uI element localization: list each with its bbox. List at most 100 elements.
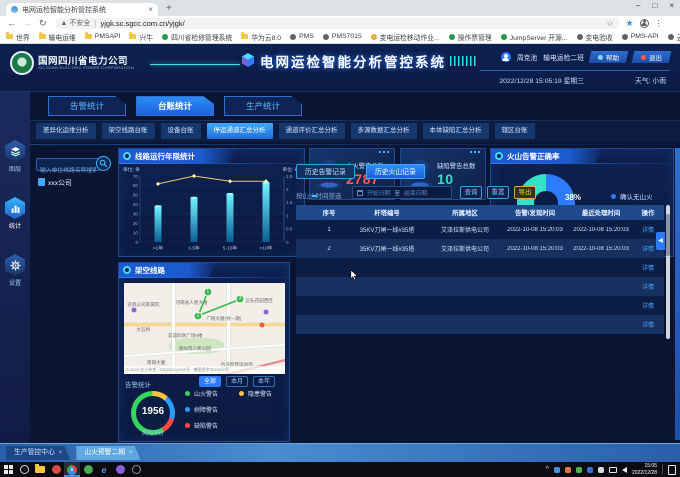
bookmark-label: JumpServer 开源... [510, 32, 568, 42]
sidebar-item-设置[interactable]: 设置 [0, 254, 30, 287]
bookmark-item[interactable]: 四川省检修管理系统 [162, 32, 232, 42]
forward-icon[interactable]: → [23, 18, 32, 28]
help-button[interactable]: 帮助 [589, 51, 629, 63]
bookmark-item[interactable]: PMS7015 [323, 33, 362, 40]
start-button[interactable] [0, 462, 16, 477]
date-range-picker[interactable]: 开始日期 至 结束日期 [352, 186, 452, 199]
tray-icon[interactable] [598, 467, 604, 473]
app-tab-生产管控中心[interactable]: 生产管控中心× [6, 446, 70, 460]
taskbar-clock[interactable]: 15:05 2022/12/28 [632, 463, 657, 476]
logout-button[interactable]: 退出 [632, 51, 672, 63]
end-date-placeholder[interactable]: 结束日期 [404, 188, 427, 197]
subnav-停运通道汇总分析[interactable]: 停运通道汇总分析 [207, 123, 273, 139]
detail-link[interactable]: 详情 [632, 320, 664, 329]
app-tab-山火预警二期[interactable]: 山火预警二期× [76, 446, 140, 460]
tab-close-icon[interactable]: × [148, 5, 153, 14]
bookmark-item[interactable]: 云上PMS-API [668, 32, 680, 42]
tray-expand-icon[interactable]: ^ [546, 466, 549, 473]
detail-link[interactable]: 详情 [632, 301, 664, 310]
map-marker-2[interactable]: 2 [194, 311, 203, 320]
alarm-filter-本月[interactable]: 本月 [226, 376, 248, 387]
map-marker-3[interactable]: 3 [235, 295, 244, 304]
app-green-button[interactable] [80, 462, 96, 477]
bookmark-star-icon[interactable]: ☆ [606, 19, 613, 28]
app-tab-close-icon[interactable]: × [129, 446, 133, 460]
bookmark-item[interactable]: 兴牛 [129, 32, 153, 42]
tray-icon[interactable] [576, 467, 582, 473]
favicon [11, 6, 18, 13]
subnav-通道评价汇总分析[interactable]: 通道评价汇总分析 [279, 123, 345, 139]
subnav-本体缺陷汇总分析[interactable]: 本体缺陷汇总分析 [423, 123, 489, 139]
search-button[interactable] [96, 156, 111, 171]
address-bar[interactable]: ▲ 不安全 | yjgk.sc.sgcc.com.cn/yjgk/ ☆ [55, 18, 620, 29]
start-date-placeholder[interactable]: 开始日期 [367, 188, 390, 197]
alarm-filter-本年[interactable]: 本年 [253, 376, 275, 387]
window-close-button[interactable]: × [669, 1, 674, 10]
bookmark-item[interactable]: JumpServer 开源... [501, 32, 568, 42]
alarm-filter-全部[interactable]: 全部 [199, 376, 221, 387]
org-tree-item[interactable]: xxx公司 [38, 177, 72, 187]
table-scrollbar-thumb[interactable] [666, 214, 670, 256]
tab-台账统计[interactable]: 台账统计 [136, 96, 214, 116]
window-minimize-button[interactable]: – [636, 1, 640, 10]
subnav-设备台账[interactable]: 设备台账 [161, 123, 201, 139]
tray-icon[interactable] [554, 467, 560, 473]
bookmark-item[interactable]: PMS-API [622, 33, 659, 40]
back-icon[interactable]: ← [7, 18, 16, 28]
svg-text:70: 70 [133, 174, 139, 179]
bookmark-item[interactable]: 变电运检移动作业... [371, 32, 440, 42]
app-red-button[interactable] [48, 462, 64, 477]
new-tab-button[interactable]: + [166, 3, 172, 14]
browser-tab[interactable]: 电网运检智能分析管控系统 × [6, 3, 158, 16]
browser-menu-icon[interactable]: ⋮ [655, 19, 663, 28]
chrome-button[interactable] [64, 462, 80, 477]
unit-line-search[interactable] [36, 158, 100, 171]
app-tab-close-icon[interactable]: × [59, 446, 63, 460]
sidebar-item-图层[interactable]: 图层 [0, 140, 30, 173]
bookmark-item[interactable]: PMSAPI [85, 33, 121, 40]
tab-生产统计[interactable]: 生产统计 [224, 96, 302, 116]
cortana-search-button[interactable] [16, 462, 32, 477]
bookmark-item[interactable]: 变电验收 [577, 32, 613, 42]
not-secure-badge[interactable]: ▲ 不安全 [61, 18, 91, 28]
bookmark-item[interactable]: 华为云8.0 [241, 32, 281, 42]
subnav-架空线路台账[interactable]: 架空线路台账 [102, 123, 155, 139]
bookmark-item[interactable]: PMS [290, 33, 314, 40]
bookmark-item[interactable]: 输电运维 [39, 32, 76, 42]
volume-icon[interactable] [622, 467, 627, 473]
search-input[interactable] [37, 166, 99, 177]
query-button[interactable]: 查询 [460, 186, 482, 199]
profile-avatar[interactable] [640, 19, 649, 28]
collapse-handle[interactable]: ◀ [656, 232, 665, 250]
extension-star-icon[interactable]: ★ [626, 18, 634, 29]
export-button[interactable]: 导出 [514, 186, 536, 199]
app-gray-button[interactable] [128, 462, 144, 477]
legend-item-树障警告: 树障警告 [185, 405, 233, 414]
file-explorer-button[interactable] [32, 462, 48, 477]
reload-icon[interactable]: ↻ [39, 18, 47, 29]
subnav-多源数据汇总分析[interactable]: 多源数据汇总分析 [351, 123, 417, 139]
page-scroll-strip[interactable] [675, 148, 680, 440]
notification-center-icon[interactable] [668, 465, 676, 475]
bookmark-item[interactable]: 操作票管理 [449, 32, 492, 42]
history-fire-records-button[interactable]: 历史火山记录 [366, 164, 425, 179]
subnav-差异化运维分析[interactable]: 差异化运维分析 [36, 123, 96, 139]
app-purple-button[interactable] [112, 462, 128, 477]
tray-icon[interactable] [587, 467, 593, 473]
tab-告警统计[interactable]: 告警统计 [48, 96, 126, 116]
map-marker-1[interactable]: 1 [203, 288, 212, 297]
reset-button[interactable]: 重置 [487, 186, 509, 199]
detail-link[interactable]: 详情 [632, 282, 664, 291]
window-maximize-button[interactable]: □ [652, 1, 657, 10]
fire-time-filter-label: 按山火时间筛选 [296, 190, 342, 200]
detail-link[interactable]: 详情 [632, 263, 664, 272]
network-icon[interactable] [609, 467, 617, 473]
ie-button[interactable]: e [96, 462, 112, 477]
map[interactable]: 农机公司家属院河南省人民大厦正弘花园西区广银大厦(待一期)大石桥友谊四季广场6楼… [124, 283, 285, 374]
subnav-辖区台账[interactable]: 辖区台账 [495, 123, 535, 139]
bookmark-item[interactable]: 世界 [6, 32, 30, 42]
tray-icon[interactable] [565, 467, 571, 473]
icon-pedestal [316, 181, 342, 189]
history-alarm-records-button[interactable]: 历史告警记录 [296, 164, 355, 179]
sidebar-item-统计[interactable]: 统计 [0, 197, 30, 230]
